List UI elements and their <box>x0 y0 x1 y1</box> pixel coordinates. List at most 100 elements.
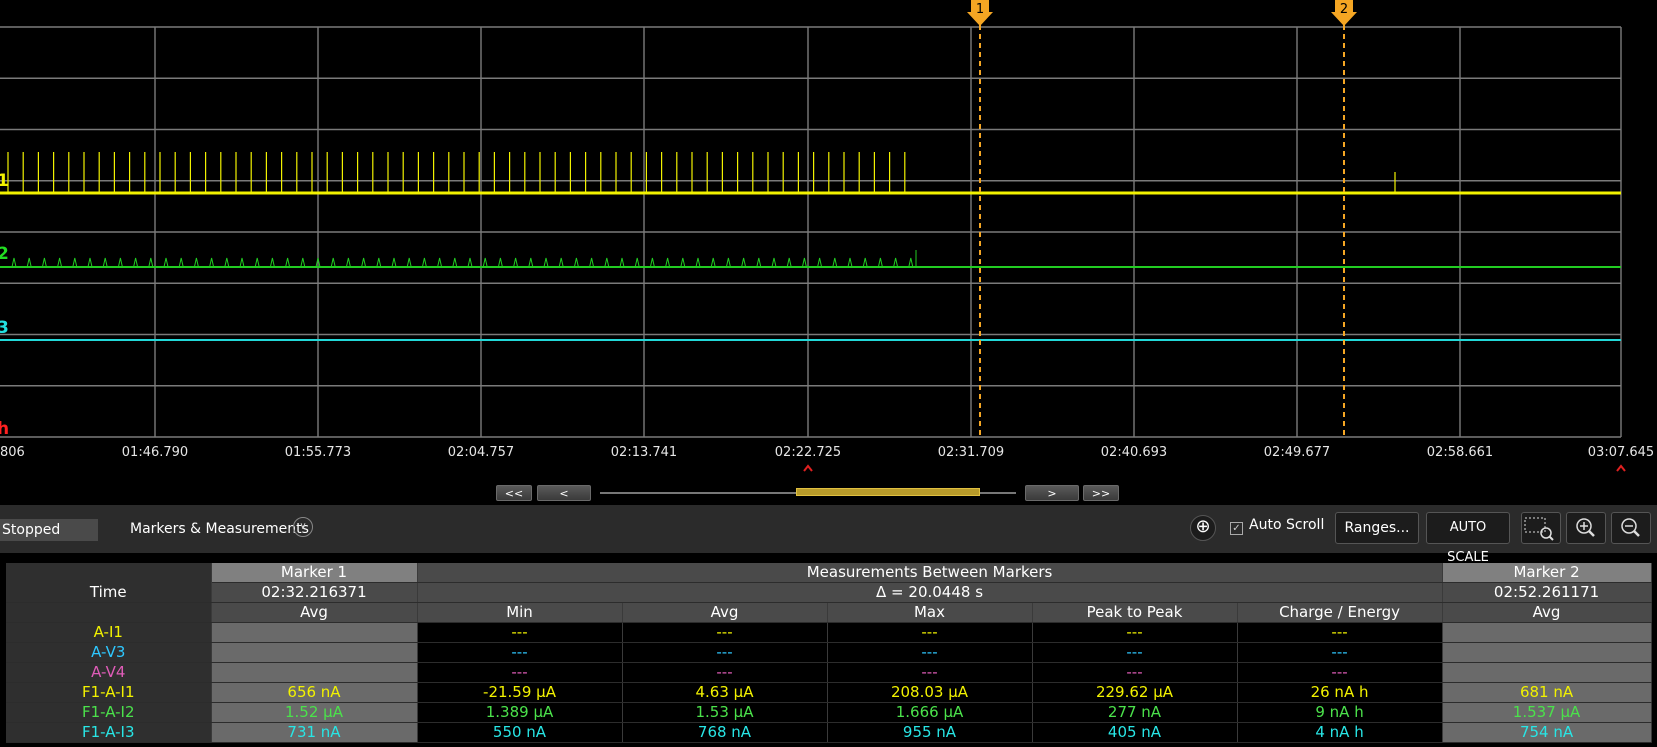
x-tick-label: 01:46.790 <box>122 445 188 460</box>
measurement-value: 4.63 µA <box>622 682 828 703</box>
measurement-value: --- <box>622 622 828 643</box>
measurement-value: 1.666 µA <box>827 702 1033 723</box>
marker2-value <box>1442 622 1652 643</box>
measurement-value: --- <box>1032 622 1238 643</box>
scroll-prev-button[interactable]: < <box>537 485 591 501</box>
measurement-value: --- <box>417 662 623 683</box>
measurement-value: --- <box>1237 642 1443 663</box>
measurement-value: --- <box>1237 622 1443 643</box>
scroll-navigator: << < > >> <box>0 485 1657 501</box>
channel-name: F1-A-I1 <box>6 682 212 703</box>
measurement-value: 9 nA h <box>1237 702 1443 723</box>
measurement-value: 277 nA <box>1032 702 1238 723</box>
measurement-value: 1.389 µA <box>417 702 623 723</box>
zoom-out-button[interactable] <box>1611 512 1651 544</box>
measurement-value: 550 nA <box>417 722 623 743</box>
measurement-value: -21.59 µA <box>417 682 623 703</box>
measurement-value: --- <box>1032 642 1238 663</box>
measurement-rows: A-I1 --- --- --- --- --- A-V3 --- --- --- --- --- A-… <box>6 622 1652 743</box>
add-marker-button[interactable]: ⊕ <box>1190 515 1216 541</box>
measurement-value: --- <box>1237 662 1443 683</box>
zoom-box-button[interactable] <box>1521 512 1561 544</box>
auto-scroll-toggle[interactable]: ✓ Auto Scroll <box>1230 517 1324 535</box>
table-row[interactable]: A-I1 --- --- --- --- --- <box>6 622 1652 643</box>
scroll-next-button[interactable]: > <box>1025 485 1079 501</box>
channel-name: F1-A-I3 <box>6 722 212 743</box>
scroll-thumb[interactable] <box>796 488 980 496</box>
table-row[interactable]: F1-A-I1 656 nA -21.59 µA 4.63 µA 208.03 µA 22… <box>6 682 1652 703</box>
x-tick-label: 02:22.725 <box>775 445 841 460</box>
x-tick-label: 02:49.677 <box>1264 445 1330 460</box>
channel-label: h <box>0 419 9 439</box>
waveform-plot[interactable]: 1 2 1 2 3 h 806 01:46.790 01:55.773 02:04.757 02… <box>0 0 1657 485</box>
x-tick-label: 02:40.693 <box>1101 445 1167 460</box>
scroll-first-button[interactable]: << <box>496 485 532 501</box>
marker1-value: 731 nA <box>211 722 418 743</box>
marker1-col-header: Avg <box>211 602 418 623</box>
marker-flag-label: 2 <box>1340 2 1348 17</box>
channel-name: A-I1 <box>6 622 212 643</box>
measurements-table: Time Marker 1 Measurements Between Marke… <box>6 563 1652 743</box>
measurement-value: --- <box>622 662 828 683</box>
channel-label: 3 <box>0 318 9 338</box>
marker2-value: 1.537 µA <box>1442 702 1652 723</box>
marker1-time: 02:32.216371 <box>211 582 418 603</box>
auto-scroll-label: Auto Scroll <box>1249 517 1325 533</box>
measurement-value: 768 nA <box>622 722 828 743</box>
marker1-value: 1.52 µA <box>211 702 418 723</box>
measurement-value: --- <box>827 662 1033 683</box>
marker1-value <box>211 662 418 683</box>
marker1-value <box>211 642 418 663</box>
col-header-charge-energy: Charge / Energy <box>1237 602 1443 623</box>
channel-label: 2 <box>0 244 9 264</box>
measurement-value: 1.53 µA <box>622 702 828 723</box>
marker1-value <box>211 622 418 643</box>
table-row[interactable]: A-V3 --- --- --- --- --- <box>6 642 1652 663</box>
col-header-avg: Avg <box>622 602 828 623</box>
x-tick-label: 806 <box>0 445 25 460</box>
chevron-down-icon[interactable]: ∨ <box>293 517 313 537</box>
x-tick-label: 02:13.741 <box>611 445 677 460</box>
blank-header <box>6 602 212 623</box>
measurement-value: 405 nA <box>1032 722 1238 743</box>
marker1-header: Marker 1 <box>211 563 418 583</box>
col-header-min: Min <box>417 602 623 623</box>
delta-time: Δ = 20.0448 s <box>417 582 1443 603</box>
table-row[interactable]: A-V4 --- --- --- --- --- <box>6 662 1652 683</box>
table-row[interactable]: F1-A-I3 731 nA 550 nA 768 nA 955 nA 405 nA 4 n… <box>6 722 1652 743</box>
auto-scale-button[interactable]: AUTO SCALE <box>1426 512 1510 565</box>
channel-label: 1 <box>0 171 9 191</box>
measurement-value: 208.03 µA <box>827 682 1033 703</box>
table-row[interactable]: F1-A-I2 1.52 µA 1.389 µA 1.53 µA 1.666 µA 277… <box>6 702 1652 723</box>
x-tick-label: 03:07.645 <box>1588 445 1654 460</box>
x-tick-label: 02:31.709 <box>938 445 1004 460</box>
channel-name: A-V3 <box>6 642 212 663</box>
between-markers-header: Measurements Between Markers <box>417 563 1443 583</box>
status-indicator: Stopped <box>0 519 98 541</box>
marker2-time: 02:52.261171 <box>1442 582 1652 603</box>
x-tick-label: 02:58.661 <box>1427 445 1493 460</box>
measurement-value: --- <box>622 642 828 663</box>
scroll-last-button[interactable]: >> <box>1083 485 1119 501</box>
marker2-value: 754 nA <box>1442 722 1652 743</box>
measurement-value: --- <box>417 642 623 663</box>
marker2-col-header: Avg <box>1442 602 1652 623</box>
measurement-value: --- <box>417 622 623 643</box>
marker1-value: 656 nA <box>211 682 418 703</box>
col-header-max: Max <box>827 602 1033 623</box>
marker-flag-label: 1 <box>976 2 984 17</box>
checkbox-icon[interactable]: ✓ <box>1230 522 1243 535</box>
ranges-button[interactable]: Ranges... <box>1335 512 1419 544</box>
measurement-value: 955 nA <box>827 722 1033 743</box>
x-tick-label: 02:04.757 <box>448 445 514 460</box>
col-header-peak-to-peak: Peak to Peak <box>1032 602 1238 623</box>
markers-measurements-label[interactable]: Markers & Measurements <box>130 521 309 537</box>
toolbar: Stopped Markers & Measurements ∨ ⊕ ✓ Auto… <box>0 505 1657 565</box>
channel-name: F1-A-I2 <box>6 702 212 723</box>
zoom-in-button[interactable] <box>1566 512 1606 544</box>
zoom-in-icon <box>1576 518 1595 537</box>
zoom-box-icon <box>1524 517 1554 541</box>
marker2-header: Marker 2 <box>1442 563 1652 583</box>
measurement-value: 4 nA h <box>1237 722 1443 743</box>
channel-name: A-V4 <box>6 662 212 683</box>
